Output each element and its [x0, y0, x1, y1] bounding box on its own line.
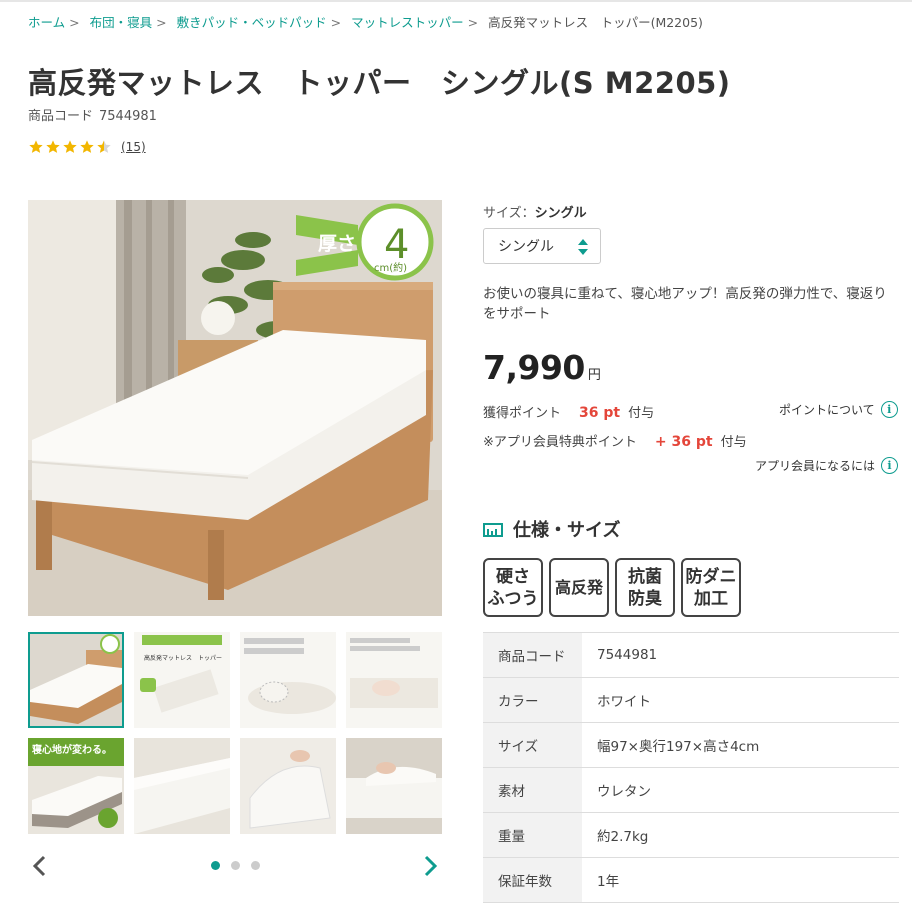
table-row: サイズ 幅97×奥行197×高さ4cm	[483, 722, 899, 768]
table-row: 素材 ウレタン	[483, 767, 899, 813]
rating: (15)	[28, 139, 146, 155]
ruler-icon	[483, 523, 503, 537]
price-unit: 円	[587, 368, 601, 383]
thumbnail-5[interactable]: 寝心地が変わる。	[28, 738, 124, 834]
spec-label: カラー	[483, 677, 582, 723]
spec-value: ウレタン	[597, 784, 651, 800]
breadcrumb-topper[interactable]: マットレストッパー	[351, 15, 464, 30]
spec-value: 1年	[597, 874, 620, 890]
table-row: 商品コード 7544981	[483, 632, 899, 678]
badge-high-resilience: 高反発	[549, 558, 609, 617]
star-full-icon	[46, 140, 60, 153]
spec-label: 保証年数	[483, 857, 582, 903]
main-product-image[interactable]: 厚さ 4 cm(約)	[28, 200, 442, 616]
size-select[interactable]: シングル	[483, 228, 601, 264]
spec-value: ホワイト	[597, 694, 651, 710]
pagination-dot[interactable]	[231, 861, 240, 870]
breadcrumb-current: 高反発マットレス トッパー(M2205)	[488, 15, 703, 30]
badge-antibacterial: 抗菌 防臭	[615, 558, 675, 617]
svg-text:4: 4	[384, 222, 409, 268]
thumbnail-2[interactable]: 高反発マットレス トッパー	[134, 632, 230, 728]
spec-label: 素材	[483, 767, 582, 813]
chevron-left-icon[interactable]	[28, 852, 52, 880]
breadcrumb: ホーム > 布団・寝具 > 敷きパッド・ベッドパッド > マットレストッパー > 高反発…	[28, 15, 703, 30]
gallery-pagination	[211, 861, 260, 870]
feature-badges: 硬さ ふつう 高反発 抗菌 防臭 防ダニ 加工	[483, 558, 741, 617]
thumbnail-7[interactable]	[240, 738, 336, 834]
info-icon: i	[880, 401, 898, 418]
review-count-link[interactable]: (15)	[121, 140, 146, 154]
price-value: 7,990	[483, 348, 585, 387]
breadcrumb-home[interactable]: ホーム	[28, 15, 65, 30]
table-row: 重量 約2.7kg	[483, 812, 899, 858]
product-description: お使いの寝具に重ねて、寝心地アップ！高反発の弾力性で、寝返りをサポート	[483, 286, 887, 322]
spec-table: 商品コード 7544981 カラー ホワイト サイズ 幅97×奥行197×高さ4cm …	[483, 632, 899, 903]
thumbnail-grid: 高反発マットレス トッパー 寝心地が変わる。	[28, 632, 442, 834]
table-row: 保証年数 1年	[483, 857, 899, 903]
svg-text:cm(約): cm(約)	[374, 261, 407, 274]
app-points-value: + 36 pt	[654, 434, 713, 450]
svg-text:寝心地が変わる。: 寝心地が変わる。	[32, 743, 112, 756]
svg-text:厚さ: 厚さ	[318, 233, 356, 255]
top-divider	[0, 0, 912, 2]
star-full-icon	[29, 140, 43, 153]
breadcrumb-bedding[interactable]: 布団・寝具	[90, 15, 153, 30]
pagination-dot[interactable]	[211, 861, 220, 870]
page-title: 高反発マットレス トッパー シングル(S M2205)	[28, 66, 731, 100]
thumbnail-4[interactable]	[346, 632, 442, 728]
app-member-info-link[interactable]: アプリ会員になるには i	[755, 457, 899, 474]
pagination-dot[interactable]	[251, 861, 260, 870]
app-points-row: ※アプリ会員特典ポイント + 36 pt 付与	[483, 434, 747, 450]
chevron-right-icon[interactable]	[418, 852, 442, 880]
product-code: 7544981	[99, 109, 157, 124]
thumbnail-1[interactable]	[28, 632, 124, 728]
spec-label: サイズ	[483, 722, 582, 768]
points-row: 獲得ポイント 36 pt 付与	[483, 405, 655, 421]
spec-label: 商品コード	[483, 632, 582, 678]
spec-label: 重量	[483, 812, 582, 858]
table-row: カラー ホワイト	[483, 677, 899, 723]
svg-text:高反発マットレス トッパー: 高反発マットレス トッパー	[144, 654, 222, 662]
spec-value: 約2.7kg	[597, 829, 649, 845]
thumbnail-3[interactable]	[240, 632, 336, 728]
size-label: サイズ：シングル	[483, 206, 587, 221]
product-code-label: 商品コード	[28, 109, 94, 124]
size-value: シングル	[534, 206, 587, 221]
points-info-link[interactable]: ポイントについて i	[779, 401, 898, 418]
star-full-icon	[80, 140, 94, 153]
info-icon: i	[881, 457, 899, 474]
star-half-icon	[97, 140, 111, 153]
product-code-line: 商品コード 7544981	[28, 105, 157, 124]
badge-firmness: 硬さ ふつう	[483, 558, 543, 617]
price: 7,990 円	[483, 348, 601, 387]
breadcrumb-bedpad[interactable]: 敷きパッド・ベッドパッド	[177, 15, 327, 30]
select-arrows-icon	[578, 239, 588, 255]
spec-value: 7544981	[597, 647, 658, 663]
spec-value: 幅97×奥行197×高さ4cm	[597, 739, 760, 755]
points-value: 36 pt	[579, 405, 621, 421]
thumbnail-8[interactable]	[346, 738, 442, 834]
star-full-icon	[63, 140, 77, 153]
thumbnail-6[interactable]	[134, 738, 230, 834]
spec-heading: 仕様・サイズ	[483, 516, 620, 542]
badge-anti-mite: 防ダニ 加工	[681, 558, 741, 617]
